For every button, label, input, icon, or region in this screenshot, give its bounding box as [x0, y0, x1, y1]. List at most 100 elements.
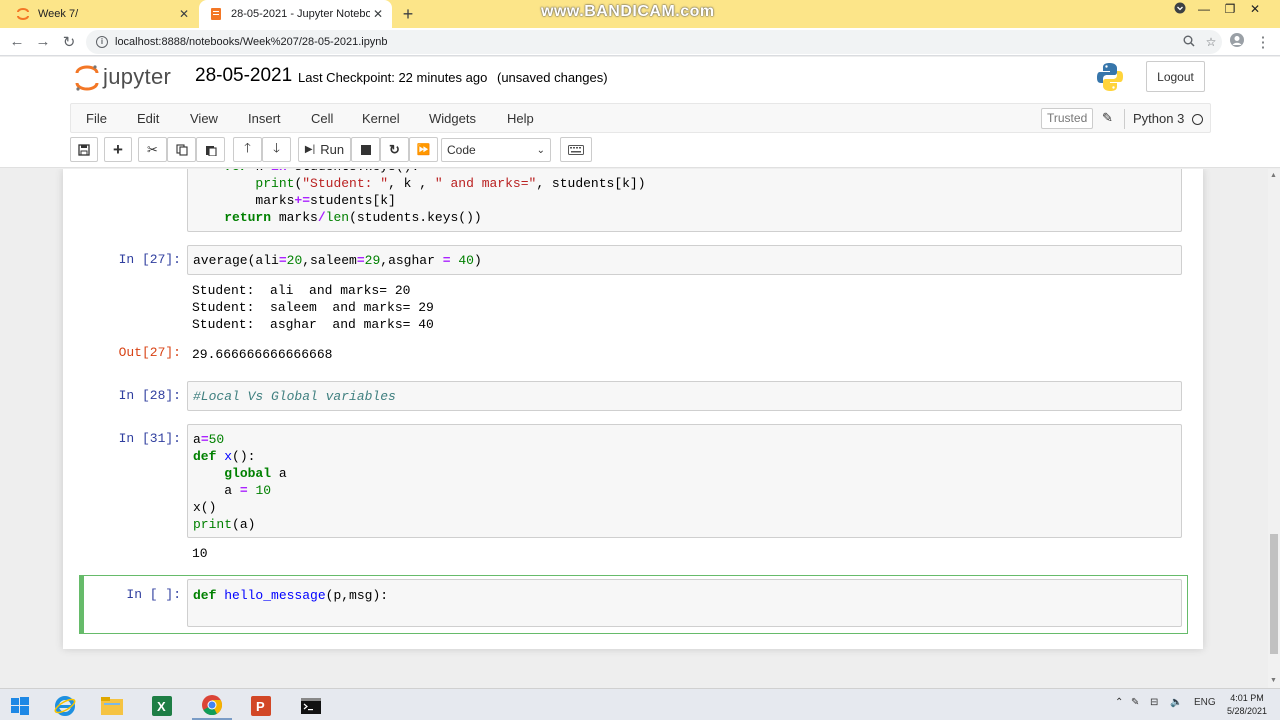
restart-icon: ↻ [389, 141, 400, 157]
interrupt-kernel-button[interactable] [351, 137, 380, 162]
notebook-name[interactable]: 28-05-2021 [195, 65, 292, 87]
code-line: print(a) [193, 517, 256, 532]
code-line: global a [224, 466, 287, 481]
site-info-icon[interactable]: i [96, 36, 108, 48]
tab-close-icon[interactable]: ✕ [370, 7, 386, 21]
edit-mode-pencil-icon: ✎ [1102, 110, 1113, 125]
forward-arrow-icon[interactable]: → [34, 33, 52, 50]
code-line: return marks/len(students.keys()) [224, 210, 482, 225]
tray-network-icon[interactable]: ⊟ [1150, 697, 1158, 708]
arrow-down-icon: 🡓 [273, 139, 280, 155]
stdout-line: 10 [192, 546, 208, 561]
save-icon [78, 143, 90, 156]
zoom-icon[interactable] [1178, 35, 1200, 50]
copy-cells-button[interactable] [167, 137, 196, 162]
notebook-scroll-area[interactable]: for k in students.keys(): print("Student… [0, 169, 1268, 688]
scroll-up-icon[interactable]: ▲ [1270, 172, 1277, 179]
tab-close-icon[interactable]: ✕ [176, 7, 192, 21]
code-cell-input[interactable]: for k in students.keys(): print("Student… [187, 169, 1182, 232]
scrollbar-thumb[interactable] [1270, 534, 1278, 654]
input-prompt: In [28]: [118, 388, 181, 403]
output-prompt: Out[27]: [118, 345, 181, 360]
keyboard-icon [568, 144, 584, 155]
input-prompt: In [27]: [118, 252, 181, 267]
menu-view[interactable]: View [190, 111, 218, 126]
stop-icon [360, 144, 371, 155]
tab-search-icon[interactable] [1168, 2, 1192, 17]
copy-icon [175, 143, 188, 156]
logout-button[interactable]: Logout [1146, 61, 1205, 92]
jupyter-favicon-icon [16, 7, 30, 21]
fast-forward-icon: ⏩ [416, 144, 431, 156]
menu-cell[interactable]: Cell [311, 111, 333, 126]
tray-expand-icon[interactable]: ⌃ [1115, 697, 1123, 708]
scroll-down-icon[interactable]: ▼ [1270, 677, 1277, 684]
powerpoint-icon[interactable]: P [241, 692, 281, 720]
clock-date: 5/28/2021 [1226, 706, 1268, 716]
url-text[interactable]: localhost:8888/notebooks/Week%207/28-05-… [115, 36, 1178, 48]
minimize-icon[interactable]: — [1192, 2, 1216, 16]
restart-run-all-button[interactable]: ⏩ [409, 137, 438, 162]
system-clock[interactable]: 4:01 PM 5/28/2021 [1222, 692, 1272, 718]
jupyter-logo-text[interactable]: jupyter [103, 64, 171, 90]
browser-tab-week7[interactable]: Week 7/ ✕ [0, 0, 198, 28]
step-forward-icon: ▶| [304, 144, 316, 155]
arrow-up-icon: 🡑 [244, 139, 251, 155]
menu-widgets[interactable]: Widgets [429, 111, 476, 126]
cell-type-select[interactable]: Code ⌄ [441, 138, 551, 162]
menu-kernel[interactable]: Kernel [362, 111, 400, 126]
python-logo-icon [1097, 63, 1123, 91]
kernel-idle-indicator-icon [1192, 114, 1203, 125]
run-cell-button[interactable]: ▶| Run [298, 137, 351, 162]
file-explorer-icon[interactable] [92, 692, 132, 720]
jupyter-logo-icon[interactable] [74, 64, 100, 92]
move-cell-down-button[interactable]: 🡓 [262, 137, 291, 162]
tray-pen-icon[interactable]: ✎ [1131, 697, 1139, 708]
command-prompt-icon[interactable] [291, 692, 331, 720]
menu-help[interactable]: Help [507, 111, 534, 126]
restore-icon[interactable]: ❐ [1218, 2, 1242, 16]
close-window-icon[interactable]: ✕ [1243, 2, 1267, 16]
recording-watermark: www.BANDICAM.com [541, 3, 715, 20]
move-cell-up-button[interactable]: 🡑 [233, 137, 262, 162]
bookmark-star-icon[interactable]: ☆ [1200, 35, 1222, 49]
menu-file[interactable]: File [86, 111, 107, 126]
cell-type-value: Code [447, 143, 476, 157]
browser-menu-icon[interactable]: ⋮ [1254, 33, 1272, 51]
reload-icon[interactable]: ↻ [60, 33, 78, 51]
tray-volume-icon[interactable]: 🔈 [1170, 697, 1182, 708]
cut-cells-button[interactable]: ✂ [138, 137, 167, 162]
back-arrow-icon[interactable]: ← [8, 33, 26, 50]
windows-taskbar: X P ⌃ ✎ ⊟ 🔈 ENG 4:01 PM 5/28/2021 [0, 688, 1280, 720]
paste-cells-button[interactable] [196, 137, 225, 162]
menu-insert[interactable]: Insert [248, 111, 281, 126]
chrome-icon[interactable] [192, 692, 232, 720]
code-cell-input[interactable]: average(ali=20,saleem=29,asghar = 40) [187, 245, 1182, 275]
restart-kernel-button[interactable]: ↻ [380, 137, 409, 162]
command-palette-button[interactable] [560, 137, 592, 162]
url-field[interactable]: i localhost:8888/notebooks/Week%207/28-0… [86, 30, 1222, 54]
excel-icon[interactable]: X [142, 692, 182, 720]
code-cell-input[interactable]: def hello_message(p,msg): [187, 579, 1182, 627]
kernel-name[interactable]: Python 3 [1133, 111, 1184, 126]
new-tab-button[interactable]: + [398, 4, 418, 25]
code-line: def x(): [193, 449, 256, 464]
profile-avatar-icon[interactable] [1228, 33, 1246, 51]
trusted-indicator[interactable]: Trusted [1041, 108, 1094, 129]
stdout-line: Student: ali and marks= 20 [192, 283, 411, 298]
vertical-scrollbar[interactable]: ▲ ▼ [1268, 169, 1280, 688]
save-button[interactable] [70, 137, 98, 162]
browser-address-bar: ← → ↻ i localhost:8888/notebooks/Week%20… [0, 28, 1280, 56]
code-cell-input[interactable]: #Local Vs Global variables [187, 381, 1182, 411]
code-cell-input[interactable]: a=50 def x(): global a a = 10 x() print(… [187, 424, 1182, 538]
windows-start-icon[interactable] [0, 692, 40, 720]
run-label: Run [320, 142, 345, 157]
internet-explorer-icon[interactable] [45, 692, 85, 720]
insert-cell-below-button[interactable]: + [104, 137, 132, 162]
menu-edit[interactable]: Edit [137, 111, 159, 126]
kernel-separator [1124, 109, 1125, 129]
tab-title: 28-05-2021 - Jupyter Notebook [231, 8, 370, 20]
browser-tab-notebook[interactable]: 28-05-2021 - Jupyter Notebook ✕ [199, 0, 392, 28]
code-line: #Local Vs Global variables [193, 389, 396, 404]
input-language[interactable]: ENG [1194, 697, 1216, 708]
